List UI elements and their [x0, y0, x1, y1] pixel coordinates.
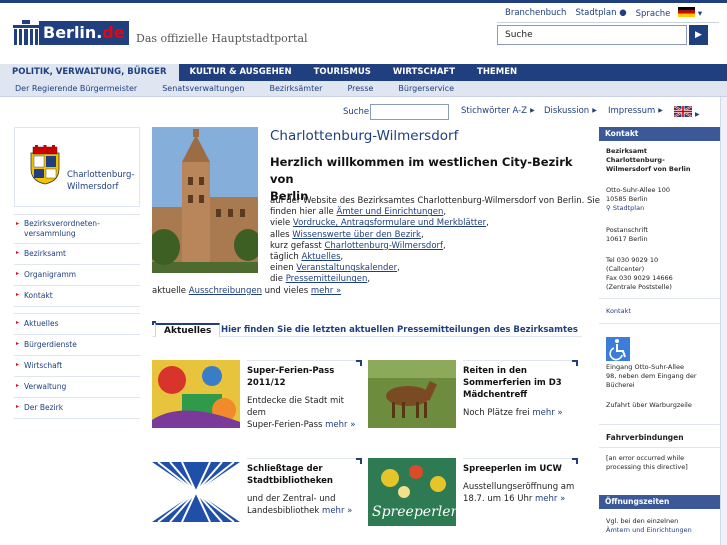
district-crest-icon — [30, 145, 60, 185]
left-nav-bvv[interactable]: Bezirksverordneten-versammlung — [14, 214, 140, 243]
news-tile-ferienpass[interactable]: Super-Ferien-Pass 2011/12 Entdecke die S… — [152, 360, 364, 435]
link-mehr[interactable]: mehr » — [311, 286, 341, 296]
library-logo-image — [152, 458, 240, 526]
left-nav-bezirksamt[interactable]: Bezirksamt — [14, 243, 140, 264]
more-link[interactable]: mehr » — [532, 408, 562, 418]
link-ausschreibungen[interactable]: Ausschreibungen — [189, 286, 262, 296]
subnav-senat[interactable]: Senatsverwaltungen — [162, 81, 244, 96]
spreeperlen-image: Spreeperlen — [368, 458, 456, 526]
crest-district-name: Charlottenburg- Wilmersdorf — [67, 170, 135, 192]
uk-flag-icon — [673, 105, 693, 118]
language-select[interactable]: Sprache ▾ — [636, 6, 703, 19]
subnav-presse[interactable]: Presse — [347, 81, 373, 96]
scrollbar[interactable] — [720, 97, 727, 545]
left-nav-der-bezirk[interactable]: Der Bezirk — [14, 397, 140, 418]
aemter-link[interactable]: Ämtern und Einrichtungen — [606, 526, 692, 534]
news-tile-reiten[interactable]: Reiten in den Sommerferien im D3 Mädchen… — [368, 360, 580, 435]
utility-bar: Suche Stichwörter A-Z ▶ Diskussion ▶ Impre… — [340, 104, 720, 120]
berlin-logo[interactable]: Berlin.de — [13, 18, 129, 48]
intro-text: auf der Website des Bezirksamtes Charlot… — [152, 196, 601, 296]
link-aemter[interactable]: Ämter und Einrichtungen — [337, 207, 444, 217]
left-nav-organigramm[interactable]: Organigramm — [14, 264, 140, 285]
page: { "header": { "logo_text": "Berlin.", "l… — [0, 0, 727, 545]
main-content: Charlottenburg-Wilmersdorf Herzlich will… — [152, 127, 601, 545]
top-links: Branchenbuch Stadtplan ● Sprache ▾ — [497, 3, 719, 23]
link-stadtplan[interactable]: Stadtplan ● — [575, 8, 626, 18]
subnav-buergermeister[interactable]: Der Regierende Bürgermeister — [15, 81, 137, 96]
arrow-right-icon: ▶ — [592, 107, 597, 114]
nav-wirtschaft[interactable]: WIRTSCHAFT — [382, 64, 466, 81]
subnav-bezirksaemter[interactable]: Bezirksämter — [269, 81, 322, 96]
more-link[interactable]: mehr » — [322, 506, 352, 516]
english-language-link[interactable]: ▶ — [673, 105, 700, 120]
brandenburg-gate-icon — [13, 20, 39, 45]
kontakt-phone: Tel 030 9029 10 (Callcenter) Fax 030 9029… — [606, 256, 673, 291]
more-link[interactable]: mehr » — [325, 420, 355, 430]
link-kurz-gefasst[interactable]: Charlottenburg-Wilmersdorf — [324, 241, 443, 251]
link-impressum[interactable]: Impressum ▶ — [608, 106, 663, 116]
arrow-right-icon: ▶ — [695, 111, 700, 118]
news-tile-bibliotheken[interactable]: Schließtage der Stadtbibliotheken und de… — [152, 458, 364, 533]
news-bar: Aktuelles Hier finden Sie die letzten ak… — [152, 321, 582, 337]
kontakt-address: Otto-Suhr-Allee 100 10585 Berlin ⚲ Stadtp… — [606, 186, 671, 212]
kontakt-org: Bezirksamt Charlottenburg- Wilmersdorf von… — [606, 147, 691, 173]
arrow-right-icon: ▶ — [530, 107, 535, 114]
link-wissenswertes[interactable]: Wissenswerte über den Bezirk — [292, 230, 421, 240]
link-diskussion[interactable]: Diskussion ▶ — [544, 106, 597, 116]
nav-themen[interactable]: THEMEN — [466, 64, 528, 81]
spreeperlen-image-text: Spreeperlen — [372, 504, 456, 520]
link-vordrucke[interactable]: Vordrucke, Antragsformulare und Merkblät… — [293, 218, 486, 228]
map-pin-icon: ● — [619, 7, 627, 18]
news-tile-spreeperlen[interactable]: Spreeperlen Spreeperlen im UCW Ausstellu… — [368, 458, 580, 533]
nav-kultur[interactable]: KULTUR & AUSGEHEN — [179, 64, 303, 81]
link-branchenbuch[interactable]: Branchenbuch — [505, 8, 566, 18]
german-flag-icon — [678, 6, 696, 17]
tagline: Das offizielle Hauptstadtportal — [136, 32, 308, 45]
search-button[interactable]: ▶ — [689, 25, 708, 45]
arrow-right-icon: ▶ — [658, 107, 663, 114]
left-column: Charlottenburg- Wilmersdorf Bezirksveror… — [14, 127, 140, 427]
oeffnungszeiten-heading: Öffnungszeiten — [599, 495, 720, 509]
access-zufahrt: Zufahrt über Warburgzeile — [606, 401, 692, 409]
link-stichwoerter[interactable]: Stichwörter A-Z ▶ — [461, 106, 535, 116]
magnifier-icon: ⚲ — [606, 204, 611, 212]
logo-text: Berlin.de — [39, 21, 129, 45]
link-aktuelles[interactable]: Aktuelles — [301, 252, 340, 262]
kontakt-post: Postanschrift 10617 Berlin — [606, 226, 648, 243]
left-nav-wirtschaft[interactable]: Wirtschaft — [14, 355, 140, 376]
link-pressemitteilungen[interactable]: Pressemitteilungen — [286, 274, 368, 284]
district-crest-box[interactable]: Charlottenburg- Wilmersdorf — [14, 127, 140, 207]
left-nav-kontakt[interactable]: Kontakt — [14, 285, 140, 306]
main-navigation: POLITIK, VERWALTUNG, BÜRGER KULTUR & AUS… — [0, 64, 727, 81]
left-nav-verwaltung[interactable]: Verwaltung — [14, 376, 140, 397]
subnav-buergerservice[interactable]: Bürgerservice — [398, 81, 454, 96]
nav-tourismus[interactable]: TOURISMUS — [303, 64, 382, 81]
stadtplan-link[interactable]: ⚲ Stadtplan — [606, 204, 644, 212]
left-nav-aktuelles[interactable]: Aktuelles — [14, 313, 140, 334]
horse-image — [368, 360, 456, 428]
kontakt-heading: Kontakt — [599, 127, 720, 141]
search-input[interactable]: Suche — [497, 25, 687, 45]
chevron-down-icon: ▾ — [697, 8, 703, 19]
kontakt-link[interactable]: Kontakt — [606, 307, 718, 316]
access-info: Eingang Otto-Suhr-Allee 98, neben dem Ein… — [606, 363, 697, 389]
sub-navigation: Der Regierende Bürgermeister Senatsverwa… — [0, 81, 727, 97]
tab-aktuelles[interactable]: Aktuelles — [155, 323, 221, 337]
right-column: Kontakt Bezirksamt Charlottenburg- Wilmers… — [599, 127, 720, 545]
site-search-input[interactable] — [370, 104, 449, 120]
left-nav-buergerdienste[interactable]: Bürgerdienste — [14, 334, 140, 355]
news-caption: Hier finden Sie die letzten aktuellen Pr… — [221, 325, 578, 335]
link-veranstaltungskalender[interactable]: Veranstaltungskalender — [296, 263, 397, 273]
site-search-label: Suche — [343, 107, 370, 117]
left-nav-group-1: Bezirksverordneten-versammlung Bezirksam… — [14, 214, 140, 307]
more-link[interactable]: mehr » — [535, 494, 565, 504]
fahrverbindungen-heading: Fahrverbindungen — [606, 433, 684, 442]
oeffnungszeiten-text: Vgl. bei den einzelnen Ämtern und Einrich… — [606, 517, 692, 534]
ferienpass-image — [152, 360, 240, 428]
wheelchair-icon — [606, 337, 630, 361]
district-title: Charlottenburg-Wilmersdorf — [270, 128, 459, 144]
left-nav-group-2: Aktuelles Bürgerdienste Wirtschaft Verwa… — [14, 313, 140, 419]
nav-politik[interactable]: POLITIK, VERWALTUNG, BÜRGER — [0, 64, 179, 81]
fahrverbindungen-text: [an error occurred while processing this … — [606, 454, 688, 471]
